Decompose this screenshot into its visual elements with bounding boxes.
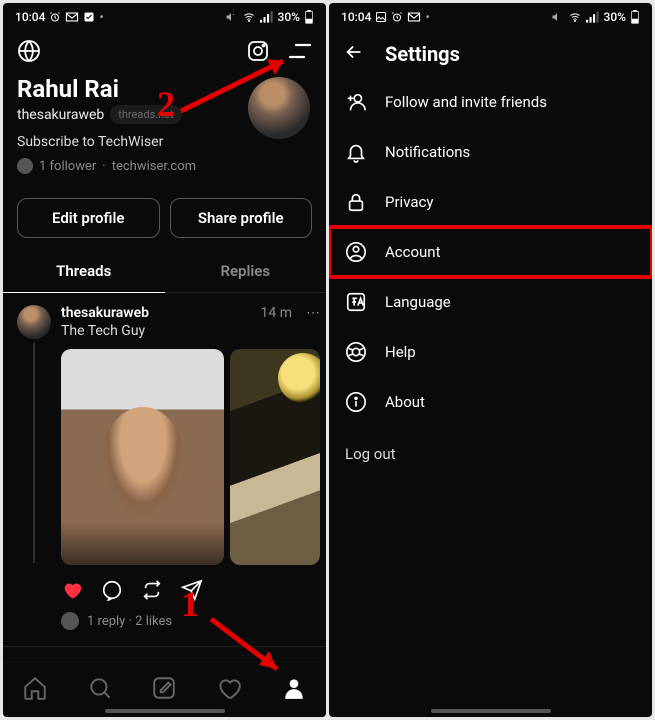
person-plus-icon [345, 91, 367, 113]
share-profile-button[interactable]: Share profile [170, 198, 313, 238]
status-bar: 10:04 • 30% [3, 3, 326, 31]
alarm-icon [49, 11, 61, 23]
image-icon [375, 11, 387, 23]
phone-right-settings: 10:04 • 30% [329, 3, 652, 717]
signal-icon [260, 11, 274, 23]
thread-line [33, 343, 35, 563]
mute-icon [550, 11, 564, 23]
help-icon [345, 341, 367, 363]
account-icon [345, 241, 367, 263]
wifi-icon [568, 11, 582, 23]
nav-home-icon[interactable] [22, 675, 48, 705]
settings-label: About [385, 393, 425, 411]
info-icon [345, 391, 367, 413]
phone-left-profile: 10:04 • 30% [3, 3, 326, 717]
lock-icon [345, 191, 367, 213]
check-icon [83, 11, 95, 23]
profile-handle: thesakuraweb [17, 107, 104, 123]
status-time: 10:04 [341, 10, 371, 24]
gmail-icon [407, 12, 421, 22]
post-time: 14 m [261, 305, 293, 321]
annotation-number-2: 2 [157, 83, 175, 125]
alarm-icon [391, 11, 403, 23]
edit-profile-button[interactable]: Edit profile [17, 198, 160, 238]
repost-icon[interactable] [141, 579, 163, 606]
status-bar: 10:04 • 30% [329, 3, 652, 31]
settings-item-about[interactable]: About [329, 377, 652, 427]
post[interactable]: thesakuraweb 14 m ⋯ The Tech Guy [3, 293, 326, 646]
comment-icon[interactable] [101, 579, 123, 606]
signal-icon [586, 11, 600, 23]
like-icon[interactable] [61, 579, 83, 606]
battery-icon [304, 10, 314, 24]
separator [3, 646, 326, 647]
post-more-icon[interactable]: ⋯ [306, 305, 320, 321]
status-time: 10:04 [15, 10, 45, 24]
followers-text: 1 follower [39, 159, 96, 174]
settings-item-follow[interactable]: Follow and invite friends [329, 77, 652, 127]
settings-header: Settings [329, 31, 652, 77]
tab-threads[interactable]: Threads [3, 250, 165, 293]
menu-icon[interactable] [288, 42, 312, 64]
profile-link[interactable]: techwiser.com [112, 159, 196, 174]
settings-label: Help [385, 343, 416, 361]
globe-icon[interactable] [17, 39, 41, 67]
settings-label: Language [385, 293, 451, 311]
settings-label: Notifications [385, 143, 470, 161]
post-username[interactable]: thesakuraweb [61, 305, 149, 321]
settings-item-language[interactable]: Language [329, 277, 652, 327]
gmail-icon [65, 12, 79, 22]
settings-item-account[interactable]: Account [329, 227, 652, 277]
status-dot: • [99, 10, 103, 24]
bell-icon [345, 141, 367, 163]
nav-profile-icon[interactable] [281, 675, 307, 705]
battery-text: 30% [604, 10, 626, 24]
settings-label: Follow and invite friends [385, 93, 547, 111]
tab-replies[interactable]: Replies [165, 250, 327, 293]
mute-icon [224, 11, 238, 23]
profile-avatar[interactable] [248, 77, 310, 139]
battery-text: 30% [278, 10, 300, 24]
settings-item-privacy[interactable]: Privacy [329, 177, 652, 227]
post-avatar[interactable] [17, 305, 51, 339]
gesture-bar [431, 709, 551, 713]
back-icon[interactable] [343, 41, 365, 67]
instagram-icon[interactable] [246, 39, 270, 67]
profile-topbar [3, 31, 326, 71]
post-image-1[interactable] [61, 349, 224, 565]
settings-title: Settings [385, 42, 460, 66]
settings-label: Privacy [385, 193, 433, 211]
follower-avatar-icon [17, 158, 33, 174]
follower-row[interactable]: 1 follower · techwiser.com [17, 158, 312, 174]
nav-activity-icon[interactable] [216, 675, 242, 705]
post-text: The Tech Guy [61, 323, 320, 339]
nav-compose-icon[interactable] [151, 675, 177, 705]
settings-logout[interactable]: Log out [329, 427, 652, 481]
settings-label: Account [385, 243, 441, 261]
settings-item-help[interactable]: Help [329, 327, 652, 377]
annotation-number-1: 1 [181, 583, 199, 625]
language-icon [345, 291, 367, 313]
reply-avatar-icon [61, 612, 79, 630]
settings-item-notifications[interactable]: Notifications [329, 127, 652, 177]
post-image-2[interactable] [230, 349, 320, 565]
nav-search-icon[interactable] [87, 675, 113, 705]
gesture-bar [105, 709, 225, 713]
wifi-icon [242, 11, 256, 23]
post-meta[interactable]: 1 reply · 2 likes [87, 614, 172, 629]
status-dot: • [425, 10, 429, 24]
battery-icon [630, 10, 640, 24]
